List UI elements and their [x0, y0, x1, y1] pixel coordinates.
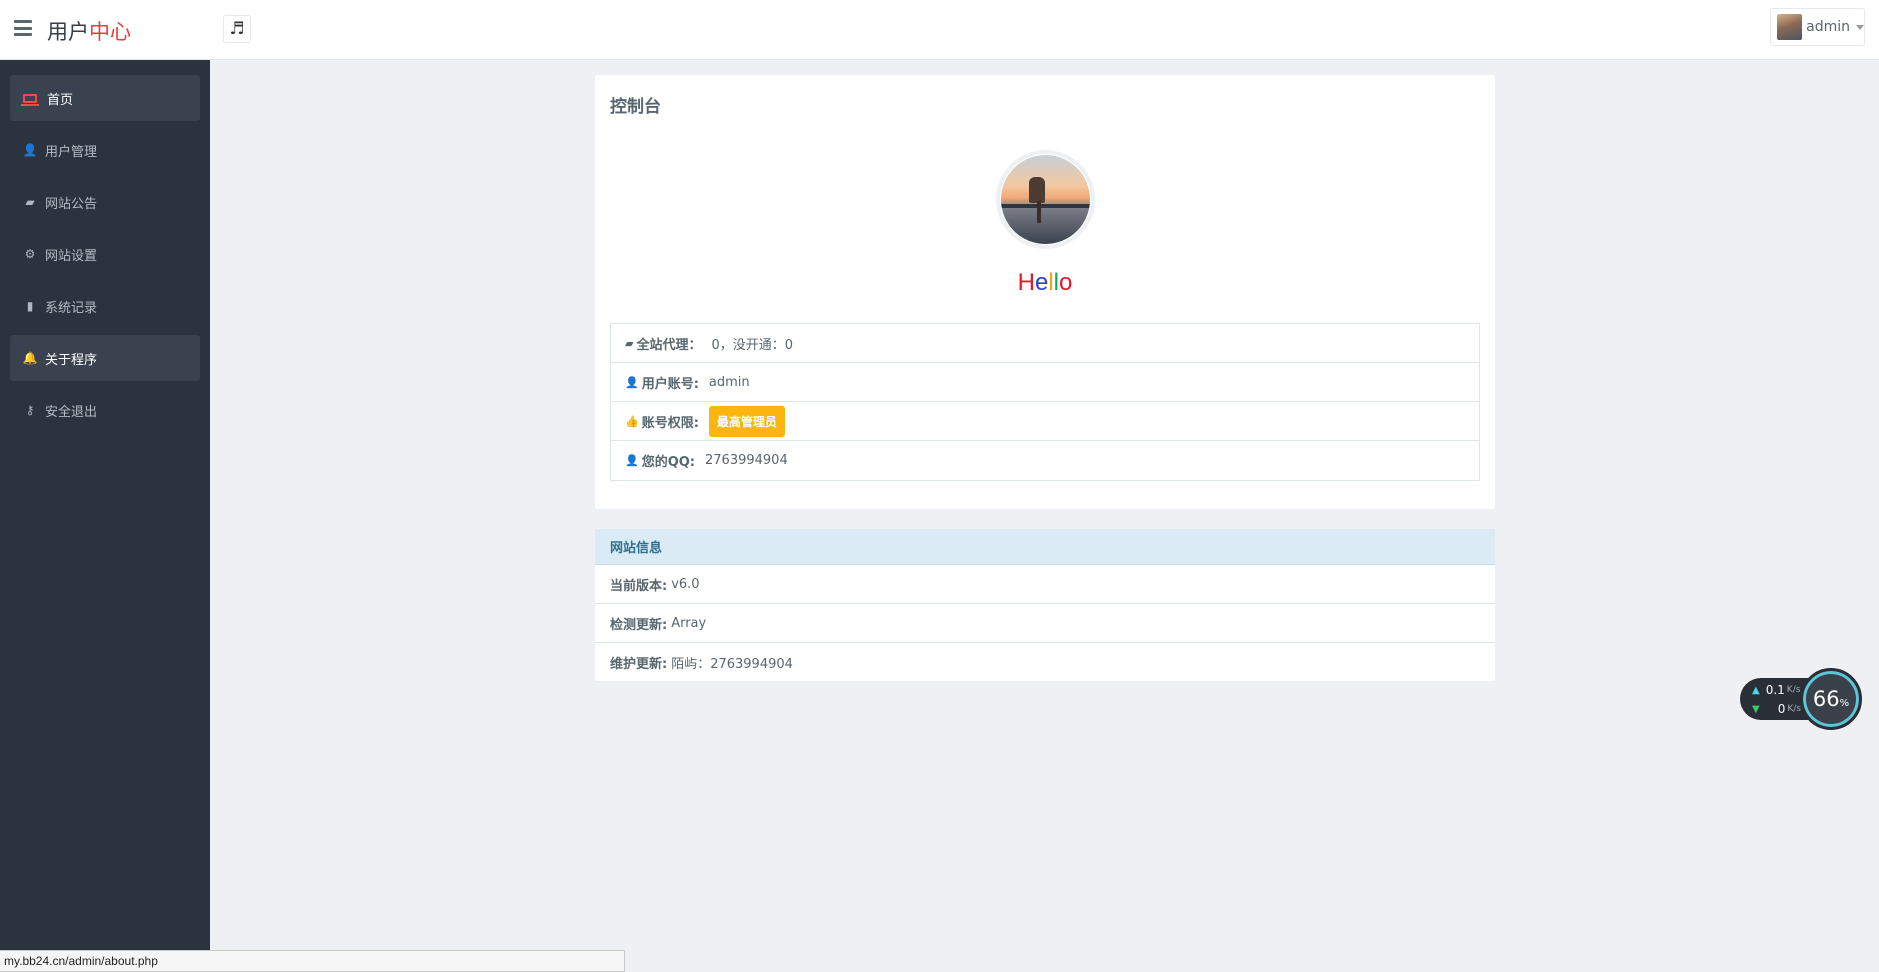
sidebar-item-users[interactable]: 👤 用户管理 [10, 127, 200, 173]
sidebar-item-settings[interactable]: ⚙ 网站设置 [10, 231, 200, 277]
music-icon[interactable]: ♬ [223, 15, 251, 43]
sidebar-item-label: 首页 [47, 92, 74, 108]
network-speed-widget[interactable]: ▲ 0.1 K/s ▼ 0 K/s 66% [1740, 668, 1862, 732]
page-title: 控制台 [610, 97, 661, 117]
sidebar-item-label: 网站设置 [45, 248, 98, 264]
status-bar-url: my.bb24.cn/admin/about.php [0, 950, 625, 972]
info-label: 全站代理： [636, 337, 702, 353]
gauge-unit: % [1839, 697, 1850, 709]
version-row: 当前版本: v6.0 [595, 565, 1495, 604]
info-label: 您的QQ: [641, 455, 696, 470]
avatar-image [1001, 155, 1090, 244]
maintain-row: 维护更新: 陌屿：2763994904 [595, 643, 1495, 682]
info-label: 检测更新: [610, 617, 668, 633]
laptop-icon [21, 93, 39, 106]
info-value: Array [671, 615, 707, 631]
user-menu[interactable]: admin [1770, 8, 1865, 46]
info-row-account: 👤 用户账号: admin [611, 363, 1479, 402]
sidebar: 首页 👤 用户管理 ▰ 网站公告 ⚙ 网站设置 ▮ 系统记录 🔔 关于程序 ⚷ … [0, 60, 210, 972]
upload-speed: 0.1 [1765, 683, 1785, 697]
sidebar-item-label: 系统记录 [45, 300, 98, 316]
info-label: 用户账号: [641, 376, 699, 392]
thumbs-up-icon: 👍 [625, 414, 639, 428]
profile-avatar [996, 150, 1095, 249]
sidebar-item-label: 安全退出 [45, 404, 98, 420]
avatar [1777, 14, 1803, 40]
hello-greeting: Hello [1017, 269, 1073, 296]
info-value: admin [708, 374, 750, 390]
role-badge: 最高管理员 [708, 405, 785, 437]
sidebar-item-label: 网站公告 [45, 196, 98, 212]
info-value: 陌屿：2763994904 [671, 657, 793, 672]
download-arrow-icon: ▼ [1752, 703, 1760, 715]
book-icon: ▰ [25, 195, 35, 209]
memory-gauge: 66% [1800, 668, 1862, 730]
info-row-qq: 👤 您的QQ: 2763994904 [611, 441, 1479, 480]
user-icon: 👤 [22, 143, 38, 157]
sidebar-item-label: 关于程序 [45, 352, 98, 368]
bell-icon: 🔔 [22, 351, 38, 365]
key-icon: ⚷ [25, 403, 35, 417]
info-value: v6.0 [671, 576, 700, 592]
menu-toggle-icon[interactable] [14, 20, 32, 36]
brand-part2: 中心 [89, 20, 131, 44]
sidebar-item-about[interactable]: 🔔 关于程序 [10, 335, 200, 381]
info-row-agents: ▰ 全站代理： 0，没开通：0 [611, 324, 1479, 363]
info-row-role: 👍 账号权限: 最高管理员 [611, 402, 1479, 441]
username: admin [1806, 19, 1850, 35]
bookmark-icon: ▮ [26, 299, 34, 313]
caret-down-icon [1856, 24, 1864, 30]
book-icon: ▰ [625, 336, 634, 350]
site-info-panel: 网站信息 当前版本: v6.0 检测更新: Array 维护更新: 陌屿：276… [595, 529, 1495, 681]
upload-arrow-icon: ▲ [1752, 684, 1760, 696]
gauge-value: 66 [1812, 687, 1840, 711]
sidebar-item-logout[interactable]: ⚷ 安全退出 [10, 387, 200, 433]
brand-part1: 用户 [47, 20, 89, 44]
info-label: 账号权限: [641, 415, 699, 431]
info-label: 维护更新: [610, 657, 668, 672]
update-row: 检测更新: Array [595, 604, 1495, 643]
download-speed: 0 [1777, 702, 1786, 716]
speed-unit: K/s [1786, 685, 1801, 695]
user-icon: 👤 [625, 375, 639, 389]
panel-title: 网站信息 [595, 529, 1495, 565]
brand-title[interactable]: 用户中心 [47, 16, 131, 46]
sidebar-item-label: 用户管理 [45, 144, 98, 160]
gear-icon: ⚙ [24, 247, 36, 261]
info-value: 2763994904 [705, 453, 788, 468]
sidebar-item-logs[interactable]: ▮ 系统记录 [10, 283, 200, 329]
sidebar-item-announcements[interactable]: ▰ 网站公告 [10, 179, 200, 225]
dashboard-card: 控制台 Hello ▰ 全站代理： 0，没开通：0 👤 用户账号: admin … [595, 75, 1495, 509]
speed-unit: K/s [1787, 704, 1801, 714]
top-header: 用户中心 ♬ admin [0, 0, 1879, 60]
info-label: 当前版本: [610, 578, 668, 594]
user-icon: 👤 [625, 454, 639, 467]
sidebar-item-home[interactable]: 首页 [10, 75, 200, 121]
info-value: 0，没开通：0 [711, 337, 794, 353]
account-info-table: ▰ 全站代理： 0，没开通：0 👤 用户账号: admin 👍 账号权限: 最高… [610, 323, 1480, 481]
